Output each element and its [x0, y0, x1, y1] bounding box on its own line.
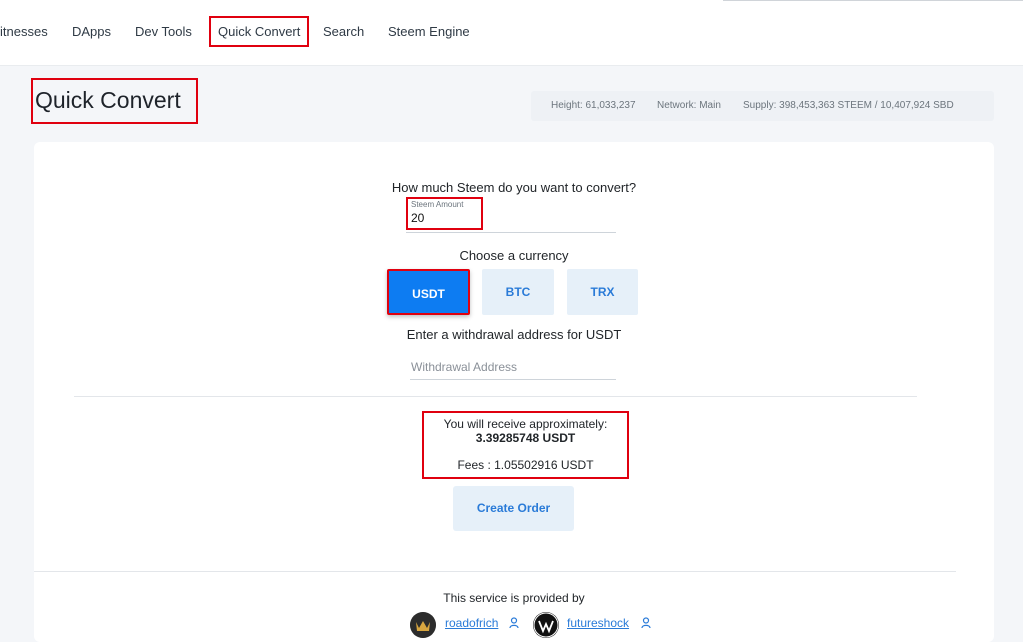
withdrawal-address-field[interactable]: Withdrawal Address — [410, 354, 616, 380]
provided-by-text: This service is provided by — [443, 591, 585, 605]
page-title: Quick Convert — [31, 78, 198, 124]
receive-label: You will receive approximately: — [443, 417, 608, 431]
avatar-roadofrich — [410, 612, 436, 638]
provider-link-roadofrich[interactable]: roadofrich — [445, 616, 498, 630]
top-navigation: itnesses DApps Dev Tools Quick Convert S… — [0, 0, 1023, 66]
nav-item-dapps[interactable]: DApps — [72, 16, 111, 47]
currency-btc-button[interactable]: BTC — [482, 269, 554, 315]
nav-item-steem-engine[interactable]: Steem Engine — [388, 16, 470, 47]
nav-item-quick-convert[interactable]: Quick Convert — [209, 16, 310, 47]
provider-link-futureshock[interactable]: futureshock — [567, 616, 629, 630]
form-divider — [74, 396, 917, 397]
nav-item-dev-tools[interactable]: Dev Tools — [135, 16, 192, 47]
amount-highlight — [406, 197, 483, 230]
convert-card: How much Steem do you want to convert? S… — [34, 142, 994, 642]
network-name: Network: Main — [657, 100, 721, 111]
avatar-futureshock — [533, 612, 559, 638]
supply-info: Supply: 398,453,363 STEEM / 10,407,924 S… — [743, 100, 954, 111]
nav-item-witnesses[interactable]: itnesses — [0, 16, 48, 47]
currency-prompt: Choose a currency — [459, 248, 569, 263]
user-icon — [641, 617, 651, 629]
receive-amount: 3.39285748 USDT — [475, 431, 576, 445]
block-height: Height: 61,033,237 — [551, 100, 636, 111]
nav-item-search[interactable]: Search — [323, 16, 364, 47]
network-info-bar: Height: 61,033,237 Network: Main Supply:… — [531, 91, 994, 121]
address-prompt: Enter a withdrawal address for USDT — [406, 327, 622, 342]
user-icon — [509, 617, 519, 629]
withdrawal-address-placeholder: Withdrawal Address — [411, 360, 518, 374]
footer-divider — [34, 571, 956, 572]
fees-text: Fees : 1.05502916 USDT — [457, 458, 594, 472]
currency-usdt-button[interactable]: USDT — [387, 269, 470, 315]
currency-trx-button[interactable]: TRX — [567, 269, 638, 315]
amount-prompt: How much Steem do you want to convert? — [391, 180, 637, 195]
create-order-button[interactable]: Create Order — [453, 486, 574, 531]
